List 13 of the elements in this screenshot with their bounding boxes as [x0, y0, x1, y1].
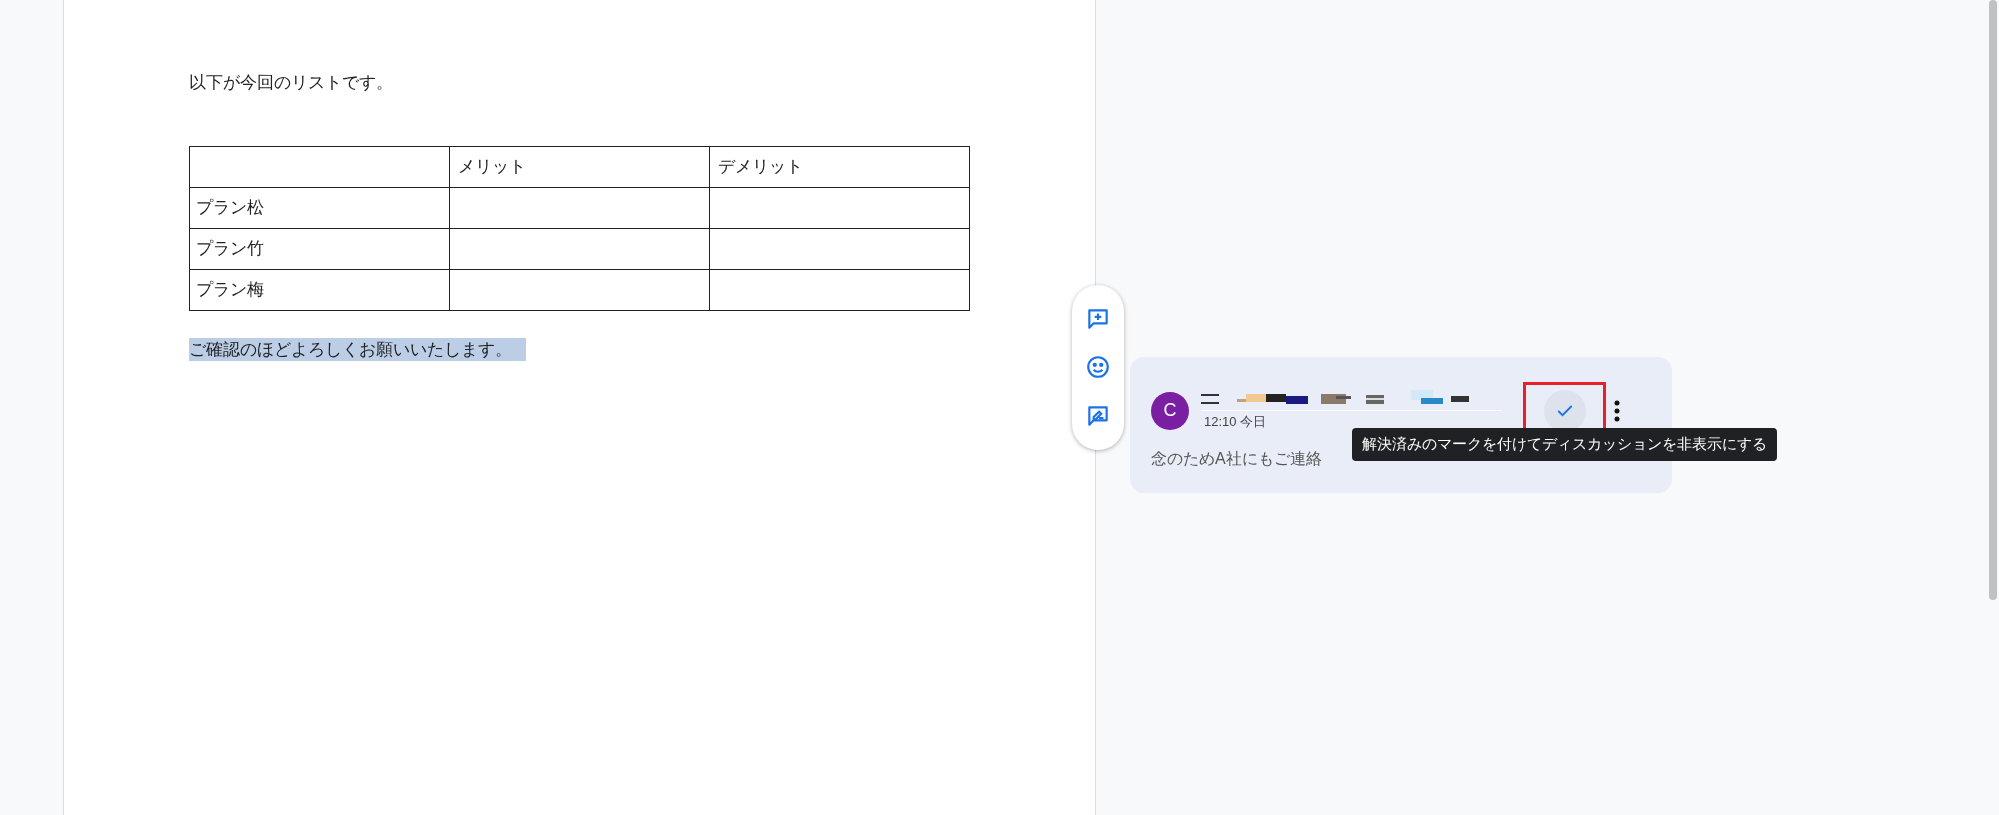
table-header: デメリット — [718, 156, 803, 176]
paragraph: 以下が今回のリストです。 — [189, 72, 394, 94]
emoji-icon[interactable] — [1085, 354, 1111, 381]
comment-text: 念のためA社にもご連絡 — [1151, 449, 1323, 469]
tooltip: 解決済みのマークを付けてディスカッションを非表示にする — [1352, 428, 1777, 461]
avatar: C — [1151, 391, 1189, 430]
table-cell: プラン梅 — [196, 279, 264, 299]
more-options-icon[interactable] — [1614, 399, 1620, 422]
table-cell: プラン竹 — [196, 238, 264, 258]
selected-text: ご確認のほどよろしくお願いいたします。 — [189, 337, 526, 361]
comment-time: 12:10 今日 — [1204, 412, 1268, 431]
table-cell: プラン松 — [196, 197, 264, 217]
table-header: メリット — [458, 156, 526, 176]
